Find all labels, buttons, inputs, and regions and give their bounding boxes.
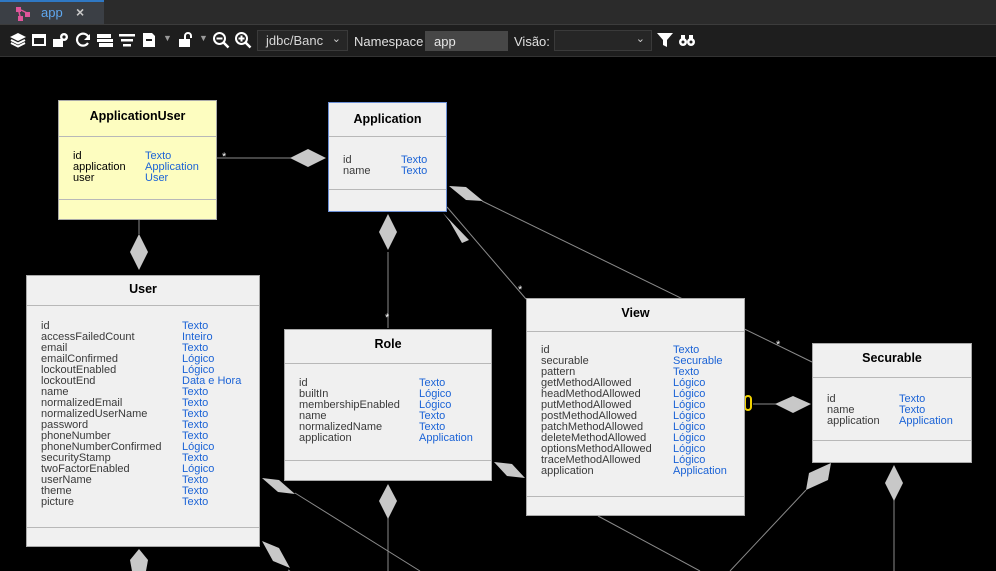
entity-divider xyxy=(527,331,744,332)
attribute-row: user User xyxy=(73,172,169,184)
attribute-list: id Texto accessFailedCount Inteiro email Te… xyxy=(41,321,241,508)
attribute-row: application Application xyxy=(541,465,727,477)
aggregation-diamond xyxy=(775,396,811,413)
attribute-list: id Texto name Texto xyxy=(343,155,428,177)
entity-title: User xyxy=(129,282,157,296)
aggregation-diamond xyxy=(262,541,290,568)
attribute-row: application Application xyxy=(827,415,953,427)
entity-view[interactable]: View id Texto securable Securable pattern T… xyxy=(526,298,745,516)
multiplicity-label: * xyxy=(385,312,390,324)
entity-role[interactable]: Role id Texto builtIn Lógico membershipEna… xyxy=(284,329,492,481)
aggregation-diamond xyxy=(494,462,525,478)
entity-title: ApplicationUser xyxy=(89,109,186,123)
entity-divider xyxy=(527,496,744,497)
aggregation-diamond xyxy=(379,484,397,519)
entity-title: Securable xyxy=(862,351,922,365)
entity-divider xyxy=(329,136,446,137)
entity-divider xyxy=(285,460,491,461)
entity-title: View xyxy=(621,306,650,320)
attribute-list: id Texto securable Securable pattern Texto … xyxy=(541,345,727,477)
attribute-list: id Texto name Texto application Application xyxy=(827,394,953,427)
attribute-row: picture Texto xyxy=(41,496,209,508)
entity-title: Application xyxy=(353,112,422,126)
attribute-list: id Texto application Application user User xyxy=(73,151,199,184)
entity-divider xyxy=(27,527,259,528)
entity-title: Role xyxy=(374,337,402,351)
aggregation-diamond xyxy=(806,463,831,490)
entity-securable[interactable]: Securable id Texto name Texto application A… xyxy=(812,343,972,463)
multiplicity-label: * xyxy=(518,284,523,296)
aggregation-diamond xyxy=(379,214,397,250)
entity-divider xyxy=(813,377,971,378)
attribute-row: application Application xyxy=(299,432,473,444)
multiplicity-label: * xyxy=(222,151,227,163)
entity-divider xyxy=(59,136,216,137)
entity-user[interactable]: User id Texto accessFailedCount Inteiro em… xyxy=(26,275,260,547)
entity-divider xyxy=(813,440,971,441)
entity-divider xyxy=(285,363,491,364)
entity-divider xyxy=(59,199,216,200)
aggregation-diamond xyxy=(449,186,483,201)
aggregation-diamond xyxy=(130,549,148,571)
entity-divider xyxy=(27,305,259,306)
aggregation-diamond xyxy=(885,465,903,501)
link-icon xyxy=(744,395,752,411)
aggregation-diamond xyxy=(130,234,148,270)
aggregation-diamond xyxy=(290,149,326,167)
multiplicity-label: * xyxy=(776,339,781,351)
attribute-row: name Texto xyxy=(343,165,428,177)
attribute-list: id Texto builtIn Lógico membershipEnabled L… xyxy=(299,378,473,444)
entity-applicationuser[interactable]: ApplicationUser id Texto application Appli… xyxy=(58,100,217,220)
entity-divider xyxy=(329,189,446,190)
entity-application[interactable]: Application id Texto name Texto xyxy=(328,102,447,212)
